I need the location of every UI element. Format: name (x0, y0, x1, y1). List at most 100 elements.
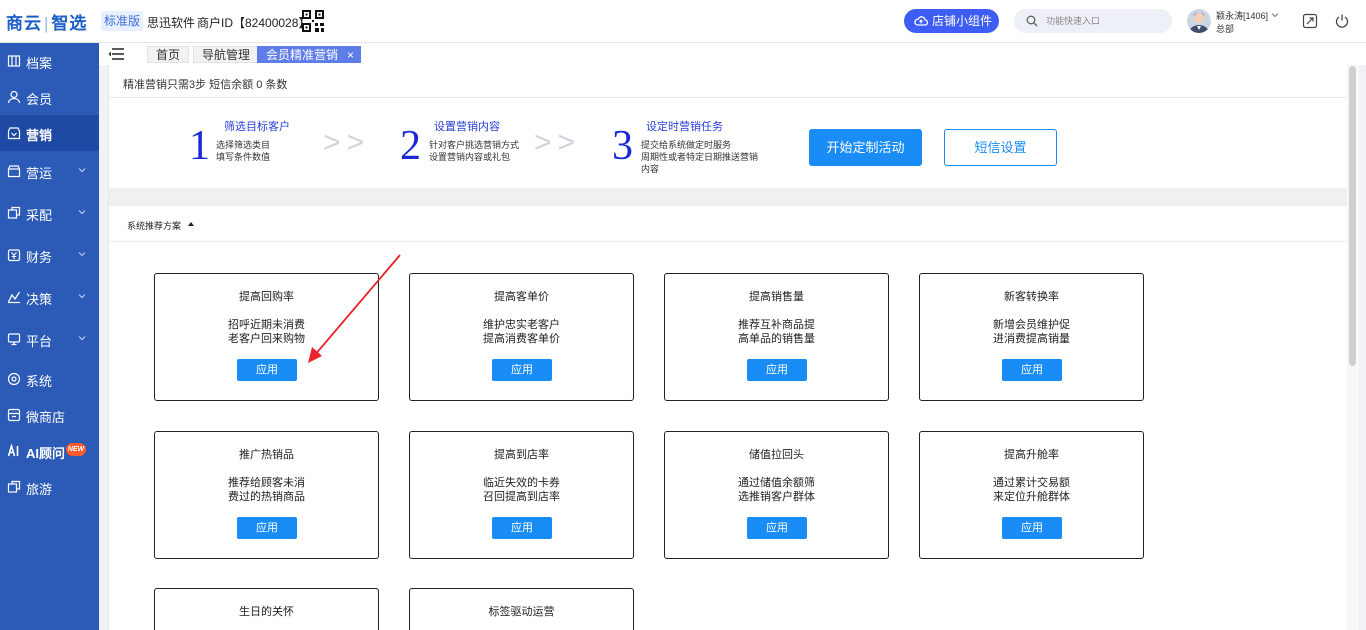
quick-search[interactable] (1014, 9, 1172, 33)
plan-desc-line: 进消费提高销量 (993, 333, 1070, 345)
user-icon (7, 90, 21, 104)
plan-title: 提高客单价 (494, 291, 549, 303)
travel-icon (7, 480, 21, 493)
sidebar-item-ai-advisor[interactable]: AI顾问 NEW (0, 433, 99, 469)
sidebar-item-marketing[interactable]: 营销 (0, 115, 99, 151)
operations-icon (7, 165, 21, 178)
ai-icon (7, 444, 19, 457)
plan-desc-line: 召回提高到店率 (483, 491, 560, 503)
plan-description: 通过累计交易额 来定位升舱群体 (920, 476, 1143, 504)
sidebar-item-label: 财务 (26, 250, 53, 265)
plan-title: 标签驱动运营 (488, 606, 555, 618)
finance-icon (7, 249, 21, 262)
user-name[interactable]: 颖永涛[1406] (1216, 9, 1268, 22)
qr-code-icon[interactable] (302, 10, 324, 32)
marketing-icon (7, 127, 21, 140)
apply-button[interactable]: 应用 (747, 359, 807, 381)
microstore-icon (7, 408, 21, 422)
plan-card-store-visits: 提高到店率 临近失效的卡券 召回提高到店率 应用 (409, 431, 634, 559)
plan-card-avg-order-value: 提高客单价 维护忠实老客户 提高消费客单价 应用 (409, 273, 634, 401)
avatar[interactable] (1187, 9, 1211, 33)
sidebar-item-travel[interactable]: 旅游 (0, 469, 99, 505)
sidebar-item-archive[interactable]: 档案 (0, 43, 99, 79)
chevron-down-icon[interactable] (1271, 11, 1279, 19)
merchant-id: 商户ID【82400028】 (197, 16, 311, 30)
step-desc-line: 选择筛选类目 (216, 140, 271, 150)
apply-button[interactable]: 应用 (1002, 517, 1062, 539)
plan-desc-line: 推荐互补商品提 (738, 319, 815, 331)
sidebar-item-platform[interactable]: 平台 (0, 321, 99, 357)
sidebar-item-label: 旅游 (26, 482, 53, 497)
plan-title: 提高销售量 (749, 291, 804, 303)
tab-home[interactable]: 首页 (147, 46, 190, 63)
plan-desc-line: 老客户回来购物 (228, 333, 305, 345)
store-widget-label: 店铺小组件 (932, 14, 993, 28)
plan-description: 维护忠实老客户 提高消费客单价 (410, 318, 633, 346)
plan-title: 储值拉回头 (749, 449, 804, 461)
sms-settings-button[interactable]: 短信设置 (944, 129, 1057, 166)
apply-button[interactable]: 应用 (747, 517, 807, 539)
sidebar-item-label: AI顾问 (26, 446, 66, 461)
plan-card-birthday-care: 生日的关怀 (154, 588, 379, 630)
fullscreen-icon[interactable] (1302, 13, 1318, 29)
sidebar-item-label: 微商店 (26, 410, 66, 425)
chevron-down-icon (78, 294, 86, 299)
apply-button[interactable]: 应用 (237, 359, 297, 381)
plan-description: 招呼近期未消费 老客户回来购物 (155, 318, 378, 346)
scrollbar-thumb[interactable] (1349, 66, 1356, 366)
step-description: 针对客户挑选营销方式 设置营销内容或礼包 (429, 139, 519, 163)
divider (109, 97, 1348, 98)
apply-button[interactable]: 应用 (492, 359, 552, 381)
top-bar: 商云|智选 标准版 思迅软件 商户ID【82400028】 店铺小组件 颖永涛[… (0, 0, 1366, 43)
sidebar-item-label: 营运 (26, 166, 53, 181)
sidebar-item-label: 系统 (26, 374, 53, 389)
apply-button[interactable]: 应用 (1002, 359, 1062, 381)
plan-card-tag-driven-ops: 标签驱动运营 (409, 588, 634, 630)
app-logo[interactable]: 商云 | 智选 (6, 9, 87, 34)
section-title[interactable]: 系统推荐方案 (127, 219, 181, 232)
sidebar-item-decision[interactable]: 决策 (0, 279, 99, 315)
plan-desc-line: 通过累计交易额 (993, 477, 1070, 489)
store-widget-button[interactable]: 店铺小组件 (904, 9, 999, 33)
plan-desc-line: 费过的热销商品 (228, 491, 305, 503)
plan-card-stored-value-return: 储值拉回头 通过储值余额筛 选推销客户群体 应用 (664, 431, 889, 559)
step-arrows: >> (534, 126, 582, 159)
section-separator (109, 188, 1348, 206)
step-number: 3 (612, 123, 633, 169)
step-title: 设置营销内容 (434, 121, 500, 133)
apply-button[interactable]: 应用 (237, 517, 297, 539)
apply-button[interactable]: 应用 (492, 517, 552, 539)
caret-up-icon[interactable] (188, 222, 194, 226)
sidebar-item-member[interactable]: 会员 (0, 79, 99, 115)
step-desc-line: 周期性或者特定日期推送营销 (641, 152, 759, 162)
cloud-icon (914, 16, 928, 26)
marketing-summary: 精准营销只需3步 短信余额 0 条数 (123, 79, 288, 91)
sidebar-item-purchase[interactable]: 采配 (0, 195, 99, 231)
sidebar-item-system[interactable]: 系统 (0, 361, 99, 397)
close-icon[interactable]: × (347, 47, 354, 64)
user-avatar-icon (1189, 12, 1209, 33)
sidebar-item-finance[interactable]: 财务 (0, 237, 99, 273)
start-custom-campaign-button[interactable]: 开始定制活动 (809, 129, 922, 166)
step-arrows: >> (323, 126, 371, 159)
sidebar-item-label: 档案 (26, 56, 53, 71)
menu-toggle-icon[interactable] (108, 47, 124, 61)
sidebar-item-operations[interactable]: 营运 (0, 153, 99, 189)
tab-member-marketing[interactable]: 会员精准营销 × (257, 46, 362, 64)
plan-desc-line: 高单品的销售量 (738, 333, 815, 345)
tab-nav-management[interactable]: 导航管理 (193, 46, 260, 63)
plan-description: 推荐给顾客未消 费过的热销商品 (155, 476, 378, 504)
chevron-down-icon (78, 210, 86, 215)
sidebar-item-microstore[interactable]: 微商店 (0, 397, 99, 433)
plan-desc-line: 提高消费客单价 (483, 333, 560, 345)
step-description: 提交给系统做定时服务 周期性或者特定日期推送营销 内容 (641, 139, 758, 175)
search-input[interactable] (1046, 12, 1166, 30)
step-desc-line: 设置营销内容或礼包 (429, 152, 511, 162)
decision-icon (7, 291, 21, 304)
system-icon (7, 372, 21, 386)
chevron-down-icon (78, 168, 86, 173)
plan-desc-line: 招呼近期未消费 (228, 319, 305, 331)
power-icon[interactable] (1334, 13, 1350, 29)
plan-title: 推广热销品 (239, 449, 294, 461)
plan-desc-line: 选推销客户群体 (738, 491, 815, 503)
